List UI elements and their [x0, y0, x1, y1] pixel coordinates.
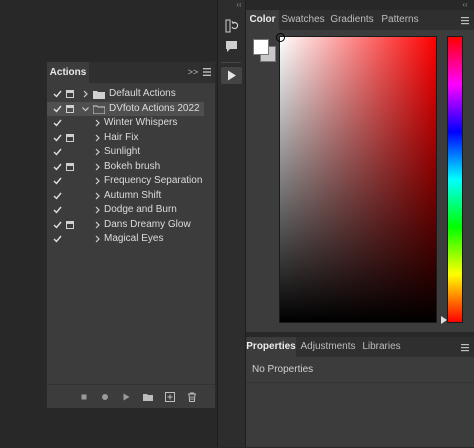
folder-open-icon — [93, 105, 105, 114]
actions-list: Default Actions DVfoto Actions 2022 Wint… — [47, 87, 215, 247]
trash-icon[interactable] — [186, 391, 198, 403]
tab-color[interactable]: Color — [246, 10, 279, 30]
toggle-check-icon[interactable] — [53, 220, 62, 230]
chevron-right-icon[interactable] — [93, 205, 102, 215]
toggle-check-icon[interactable] — [53, 147, 62, 157]
chevron-right-icon[interactable] — [93, 176, 102, 186]
dialog-toggle-icon[interactable] — [66, 90, 74, 98]
actions-panel: Actions >> Default Actions DVfoto Action… — [46, 61, 216, 409]
tab-swatches[interactable]: Swatches — [281, 10, 325, 30]
panel-menu-icon[interactable] — [460, 343, 470, 352]
tab-actions[interactable]: Actions — [47, 62, 89, 83]
play-icon[interactable] — [120, 391, 132, 403]
chevron-right-icon[interactable] — [93, 220, 102, 230]
action-set-row[interactable]: Default Actions — [47, 87, 215, 102]
actions-play-icon[interactable] — [221, 67, 242, 84]
actions-footer-toolbar — [47, 384, 215, 409]
properties-empty-message: No Properties — [252, 364, 314, 375]
action-set-row[interactable]: DVfoto Actions 2022 — [47, 101, 204, 116]
action-label: Dodge and Burn — [104, 204, 177, 215]
properties-panel: Properties Adjustments Libraries No Prop… — [246, 337, 474, 447]
dialog-toggle-icon[interactable] — [66, 104, 74, 113]
toggle-check-icon[interactable] — [53, 176, 62, 186]
toggle-check-icon[interactable] — [53, 234, 62, 244]
strip-divider — [221, 62, 241, 63]
action-row[interactable]: Sunlight — [47, 145, 215, 160]
new-action-icon[interactable] — [164, 391, 176, 403]
chevron-right-icon[interactable] — [93, 147, 102, 157]
panel-menu-icon[interactable] — [460, 16, 470, 25]
toggle-check-icon[interactable] — [53, 89, 62, 99]
collapse-panel-button[interactable]: >> — [187, 67, 199, 78]
toggle-check-icon[interactable] — [53, 162, 62, 172]
action-set-label: Default Actions — [109, 88, 176, 99]
color-panel: Color Swatches Gradients Patterns — [246, 10, 474, 332]
actions-tab-bar: Actions >> — [47, 62, 215, 83]
collapse-dock-button[interactable]: ‹‹ — [459, 1, 471, 9]
collapse-strip-button[interactable]: ‹‹ — [233, 1, 245, 9]
action-row[interactable]: Dans Dreamy Glow — [47, 218, 215, 233]
tab-patterns[interactable]: Patterns — [380, 10, 420, 30]
chevron-right-icon[interactable] — [93, 191, 102, 201]
foreground-color-swatch[interactable] — [253, 39, 269, 55]
action-label: Autumn Shift — [104, 189, 162, 201]
tab-properties[interactable]: Properties — [246, 337, 296, 357]
toggle-check-icon[interactable] — [53, 133, 62, 143]
action-label: Frequency Separation — [104, 175, 203, 186]
tab-gradients[interactable]: Gradients — [329, 10, 375, 30]
action-label: Sunlight — [104, 146, 141, 157]
panel-icon-strip — [217, 0, 246, 447]
action-label: Dans Dreamy Glow — [104, 218, 191, 230]
action-label: Magical Eyes — [104, 233, 164, 244]
chevron-right-icon[interactable] — [93, 162, 102, 172]
chevron-right-icon[interactable] — [93, 133, 102, 143]
hue-slider-handle-icon[interactable] — [441, 316, 447, 324]
new-set-folder-icon[interactable] — [142, 391, 154, 403]
comment-icon[interactable] — [222, 38, 241, 55]
stop-icon[interactable] — [78, 391, 90, 403]
folder-icon — [93, 90, 105, 99]
chevron-down-icon[interactable] — [81, 104, 90, 114]
hue-slider[interactable] — [447, 36, 463, 323]
dialog-toggle-icon[interactable] — [66, 162, 74, 171]
action-row[interactable]: Frequency Separation — [47, 174, 215, 189]
tab-libraries[interactable]: Libraries — [361, 337, 402, 357]
action-label: Winter Whispers — [104, 117, 178, 128]
action-label: Bokeh brush — [104, 160, 161, 172]
history-icon[interactable] — [222, 18, 241, 35]
action-label: Hair Fix — [104, 131, 139, 143]
toggle-check-icon[interactable] — [53, 118, 62, 128]
action-row[interactable]: Magical Eyes — [47, 232, 215, 247]
action-row[interactable]: Winter Whispers — [47, 116, 215, 131]
properties-tab-bar: Properties Adjustments Libraries — [246, 337, 474, 357]
action-row[interactable]: Dodge and Burn — [47, 203, 215, 218]
tab-adjustments[interactable]: Adjustments — [298, 337, 358, 357]
properties-content-area — [246, 382, 474, 448]
chevron-right-icon[interactable] — [93, 118, 102, 128]
action-set-label: DVfoto Actions 2022 — [109, 102, 200, 114]
saturation-brightness-field[interactable] — [279, 36, 437, 323]
chevron-right-icon[interactable] — [93, 234, 102, 244]
action-row[interactable]: Autumn Shift — [47, 189, 215, 204]
action-row[interactable]: Hair Fix — [47, 131, 215, 146]
toggle-check-icon[interactable] — [53, 104, 62, 114]
toggle-check-icon[interactable] — [53, 191, 62, 201]
toggle-check-icon[interactable] — [53, 205, 62, 215]
action-row[interactable]: Bokeh brush — [47, 160, 215, 175]
record-icon[interactable] — [99, 391, 111, 403]
dialog-toggle-icon[interactable] — [66, 133, 74, 142]
chevron-right-icon[interactable] — [81, 89, 90, 99]
color-tab-bar: Color Swatches Gradients Patterns — [246, 10, 474, 30]
panel-menu-icon[interactable] — [201, 66, 213, 78]
color-picker-circle-icon[interactable] — [276, 33, 285, 42]
dialog-toggle-icon[interactable] — [66, 220, 74, 229]
